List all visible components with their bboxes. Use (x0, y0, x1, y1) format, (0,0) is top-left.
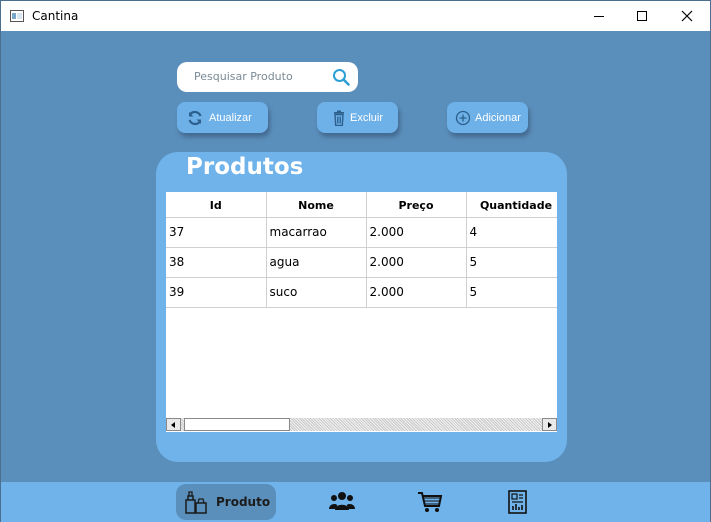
cell-name[interactable]: agua (266, 247, 367, 278)
column-header-price[interactable]: Preço (366, 192, 467, 218)
cell-name[interactable]: macarrao (266, 217, 367, 248)
products-table[interactable]: Id Nome Preço Quantidade 37 macarrao 2.0… (166, 192, 557, 432)
search-icon[interactable] (332, 68, 350, 86)
horizontal-scrollbar[interactable] (166, 417, 557, 432)
cell-id[interactable]: 39 (166, 277, 267, 308)
cell-price[interactable]: 2.000 (366, 277, 467, 308)
refresh-label: Atualizar (209, 111, 252, 124)
search-input[interactable]: Pesquisar Produto (177, 62, 358, 92)
main-content: Pesquisar Produto Atualizar Excluir Adic… (1, 31, 710, 481)
products-icon (185, 491, 207, 514)
delete-button[interactable]: Excluir (317, 102, 398, 133)
cell-price[interactable]: 2.000 (366, 247, 467, 278)
cell-id[interactable]: 38 (166, 247, 267, 278)
cell-id[interactable]: 37 (166, 217, 267, 248)
bottom-navigation: Produto (1, 482, 710, 522)
products-grid: Id Nome Preço Quantidade 37 macarrao 2.0… (166, 192, 557, 308)
products-panel: Produtos Id Nome Preço Quantidade 37 mac… (156, 152, 567, 462)
add-label: Adicionar (475, 111, 521, 124)
table-row[interactable]: 39 suco 2.000 5 (166, 277, 557, 308)
nav-item-products[interactable]: Produto (176, 484, 276, 520)
maximize-icon (637, 11, 647, 21)
close-icon (681, 10, 693, 22)
plus-circle-icon (455, 110, 471, 125)
panel-title: Produtos (186, 154, 304, 180)
minimize-button[interactable] (576, 1, 622, 31)
search-placeholder: Pesquisar Produto (194, 70, 293, 83)
column-header-quantity[interactable]: Quantidade (466, 192, 557, 218)
cart-icon[interactable] (417, 490, 443, 514)
table-header-row: Id Nome Preço Quantidade (166, 192, 557, 218)
cell-name[interactable]: suco (266, 277, 367, 308)
app-window: Cantina Pesquisar Produto Atualizar Excl… (0, 0, 711, 522)
column-header-name[interactable]: Nome (266, 192, 367, 218)
table-row[interactable]: 37 macarrao 2.000 4 (166, 217, 557, 248)
column-header-id[interactable]: Id (166, 192, 267, 218)
window-title: Cantina (32, 9, 79, 23)
nav-item-products-label: Produto (216, 495, 271, 509)
refresh-button[interactable]: Atualizar (177, 102, 268, 133)
maximize-button[interactable] (619, 1, 665, 31)
trash-icon (334, 110, 344, 126)
close-button[interactable] (664, 1, 710, 31)
refresh-icon (188, 110, 202, 125)
cell-quantity[interactable]: 5 (466, 277, 557, 308)
cell-price[interactable]: 2.000 (366, 217, 467, 248)
minimize-icon (594, 15, 604, 17)
table-row[interactable]: 38 agua 2.000 5 (166, 247, 557, 278)
cell-quantity[interactable]: 4 (466, 217, 557, 248)
users-icon[interactable] (329, 490, 355, 514)
add-button[interactable]: Adicionar (447, 102, 528, 133)
delete-label: Excluir (350, 111, 384, 124)
title-bar: Cantina (1, 1, 710, 31)
scroll-thumb[interactable] (184, 418, 290, 431)
scroll-left-button[interactable] (166, 418, 181, 431)
scroll-right-button[interactable] (542, 418, 557, 431)
cell-quantity[interactable]: 5 (466, 247, 557, 278)
report-icon[interactable] (505, 490, 531, 514)
app-icon (10, 10, 24, 22)
